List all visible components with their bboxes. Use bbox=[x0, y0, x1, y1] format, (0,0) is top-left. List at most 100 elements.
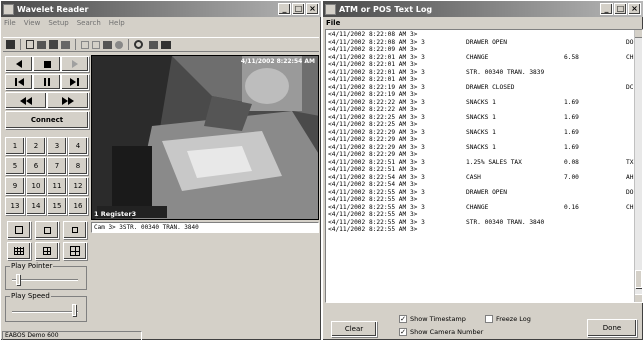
freeze-log-box[interactable] bbox=[485, 315, 493, 323]
log-amount: 1.69 bbox=[564, 113, 579, 121]
log-timestamp: <4/11/2002 8:22:51 AM 3> 3 bbox=[328, 158, 425, 166]
layout-grid-3x3-button[interactable] bbox=[7, 242, 31, 260]
log-text: SNACKS 1 bbox=[466, 143, 496, 151]
log-text: DRAWER OPEN bbox=[466, 188, 507, 196]
print-icon[interactable] bbox=[61, 40, 70, 49]
connect-button[interactable]: Connect bbox=[5, 111, 89, 129]
log-timestamp: <4/11/2002 8:22:55 AM 3> bbox=[328, 211, 418, 218]
play-button[interactable] bbox=[61, 56, 89, 72]
log-timestamp: <4/11/2002 8:22:22 AM 3> bbox=[328, 106, 418, 113]
play-pointer-slider[interactable] bbox=[12, 279, 78, 281]
show-timestamp-label: Show Timestamp bbox=[410, 315, 466, 323]
close-button[interactable]: × bbox=[306, 3, 319, 15]
open-icon[interactable] bbox=[37, 40, 46, 49]
log-timestamp: <4/11/2002 8:22:55 AM 3> 3 bbox=[328, 218, 425, 226]
layout-single-small-button[interactable] bbox=[35, 221, 59, 239]
pos-log-titlebar[interactable]: ATM or POS Text Log _ □ × bbox=[323, 1, 643, 17]
play-speed-thumb[interactable] bbox=[72, 304, 76, 316]
stop-button[interactable] bbox=[33, 56, 61, 72]
show-camera-box[interactable]: ✓ bbox=[399, 328, 407, 336]
log-scrollbar[interactable] bbox=[634, 30, 642, 302]
search-icon[interactable] bbox=[134, 40, 143, 49]
show-camera-label: Show Camera Number bbox=[410, 328, 484, 336]
save-icon[interactable] bbox=[49, 40, 58, 49]
show-camera-checkbox[interactable]: ✓ Show Camera Number bbox=[399, 328, 483, 336]
log-tag: DO bbox=[626, 188, 634, 196]
zoom-icon[interactable] bbox=[81, 40, 89, 49]
menu-help[interactable]: Help bbox=[109, 19, 125, 27]
freeze-log-label: Freeze Log bbox=[496, 315, 531, 323]
camera-button-1[interactable]: 1 bbox=[5, 137, 25, 155]
freeze-log-checkbox[interactable]: Freeze Log bbox=[485, 315, 531, 323]
log-line: <4/11/2002 8:22:55 AM 3> 3 CHANGE 0.16 CH bbox=[326, 204, 634, 212]
log-close-button[interactable]: × bbox=[628, 3, 641, 15]
camera-button-5[interactable]: 5 bbox=[5, 157, 25, 175]
log-timestamp: <4/11/2002 8:22:01 AM 3> bbox=[328, 76, 418, 83]
log-timestamp: <4/11/2002 8:22:08 AM 3> bbox=[328, 31, 418, 38]
show-timestamp-checkbox[interactable]: ✓ Show Timestamp bbox=[399, 315, 466, 323]
camera-button-10[interactable]: 10 bbox=[26, 177, 46, 195]
layout-single-alt-button[interactable] bbox=[63, 221, 87, 239]
play-pointer-label: Play Pointer bbox=[10, 262, 54, 270]
log-line: <4/11/2002 8:22:55 AM 3> bbox=[326, 226, 634, 234]
pause-button[interactable] bbox=[33, 74, 61, 90]
camera-button-9[interactable]: 9 bbox=[5, 177, 25, 195]
layout-grid-2x2-button[interactable] bbox=[35, 242, 59, 260]
menu-view[interactable]: View bbox=[24, 19, 41, 27]
log-maximize-button[interactable]: □ bbox=[614, 3, 627, 15]
camera-button-3[interactable]: 3 bbox=[47, 137, 67, 155]
layout-1x1-button[interactable] bbox=[7, 221, 31, 239]
log-amount: 7.00 bbox=[564, 173, 579, 181]
camera-button-2[interactable]: 2 bbox=[26, 137, 46, 155]
page-icon[interactable] bbox=[26, 40, 34, 49]
layout-icon[interactable] bbox=[149, 40, 158, 49]
camera-button-4[interactable]: 4 bbox=[68, 137, 88, 155]
log-amount: 0.16 bbox=[564, 203, 579, 211]
show-timestamp-box[interactable]: ✓ bbox=[399, 315, 407, 323]
wavelet-titlebar[interactable]: Wavelet Reader _ □ × bbox=[1, 1, 321, 17]
log-line: <4/11/2002 8:22:29 AM 3> 3 SNACKS 1 1.69 bbox=[326, 129, 634, 137]
maximize-button[interactable]: □ bbox=[292, 3, 305, 15]
log-timestamp: <4/11/2002 8:22:01 AM 3> 3 bbox=[328, 53, 425, 61]
log-text-area[interactable]: <4/11/2002 8:22:08 AM 3> <4/11/2002 8:22:… bbox=[325, 29, 643, 303]
camera-button-16[interactable]: 16 bbox=[68, 197, 88, 215]
camera-button-7[interactable]: 7 bbox=[47, 157, 67, 175]
log-line: <4/11/2002 8:22:01 AM 3> bbox=[326, 61, 634, 69]
camera-button-14[interactable]: 14 bbox=[26, 197, 46, 215]
menu-setup[interactable]: Setup bbox=[48, 19, 68, 27]
camera-button-15[interactable]: 15 bbox=[47, 197, 67, 215]
done-button[interactable]: Done bbox=[587, 319, 637, 337]
log-timestamp: <4/11/2002 8:22:19 AM 3> bbox=[328, 91, 418, 98]
log-minimize-button[interactable]: _ bbox=[600, 3, 613, 15]
camera-button-8[interactable]: 8 bbox=[68, 157, 88, 175]
rewind-button[interactable] bbox=[5, 56, 33, 72]
camera-button-12[interactable]: 12 bbox=[68, 177, 88, 195]
camera-button-6[interactable]: 6 bbox=[26, 157, 46, 175]
fast-rewind-button[interactable] bbox=[5, 92, 47, 109]
scroll-down-arrow[interactable] bbox=[635, 294, 642, 302]
scroll-thumb[interactable] bbox=[635, 270, 642, 288]
scroll-up-arrow[interactable] bbox=[635, 30, 642, 38]
log-menu-file[interactable]: File bbox=[326, 19, 340, 27]
record-icon[interactable] bbox=[115, 40, 123, 49]
play-pointer-thumb[interactable] bbox=[16, 274, 20, 285]
step-forward-button[interactable] bbox=[61, 74, 89, 90]
clear-button[interactable]: Clear bbox=[331, 321, 377, 337]
camera-button-11[interactable]: 11 bbox=[47, 177, 67, 195]
disk-icon[interactable] bbox=[6, 40, 15, 49]
log-line: <4/11/2002 8:22:29 AM 3> 3 SNACKS 1 1.69 bbox=[326, 144, 634, 152]
filter-icon[interactable] bbox=[92, 40, 100, 49]
play-speed-slider[interactable] bbox=[12, 311, 78, 313]
audio-icon[interactable] bbox=[103, 40, 112, 49]
log-tag: CH bbox=[626, 203, 634, 211]
video-panel[interactable]: 4/11/2002 8:22:54 AM 1 Register3 bbox=[91, 55, 319, 220]
log-line: <4/11/2002 8:22:55 AM 3> 3 DRAWER OPEN DO bbox=[326, 189, 634, 197]
camera-button-13[interactable]: 13 bbox=[5, 197, 25, 215]
camera-icon[interactable] bbox=[161, 40, 171, 49]
fast-forward-button[interactable] bbox=[47, 92, 89, 109]
menu-file[interactable]: File bbox=[4, 19, 16, 27]
step-back-button[interactable] bbox=[5, 74, 33, 90]
menu-search[interactable]: Search bbox=[77, 19, 101, 27]
minimize-button[interactable]: _ bbox=[278, 3, 291, 15]
layout-quad-button[interactable] bbox=[63, 242, 87, 260]
